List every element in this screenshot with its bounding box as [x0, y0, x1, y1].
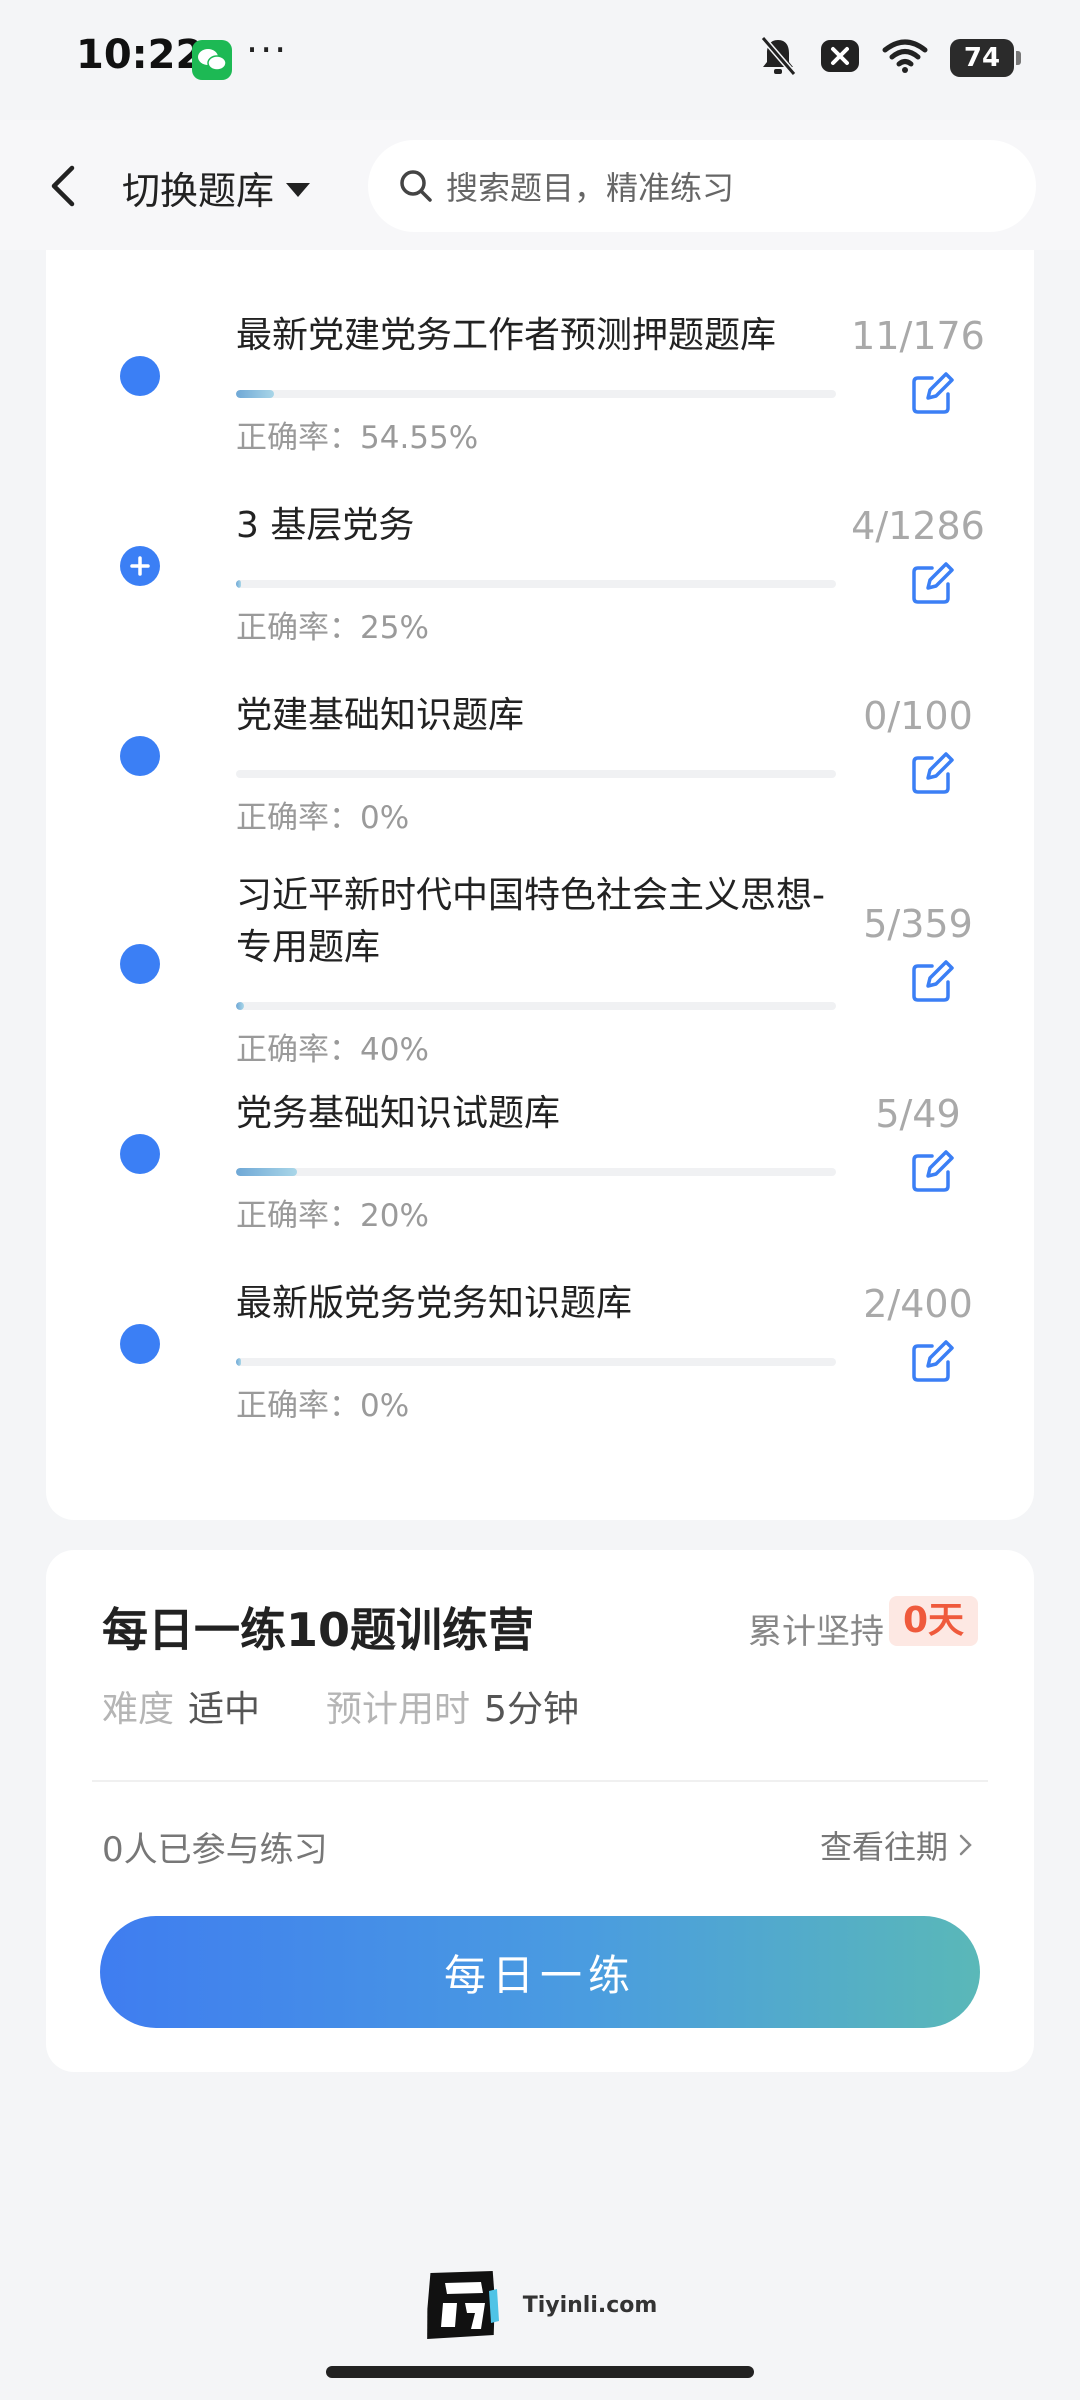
practice-meta: 难度 适中 预计用时 5分钟: [102, 1680, 579, 1732]
edit-icon[interactable]: [908, 958, 956, 1006]
accuracy-rate: 正确率：20%: [236, 1198, 429, 1234]
switch-bank-dropdown[interactable]: 切换题库: [122, 160, 311, 215]
bullet-dot-icon: [120, 944, 160, 984]
progress-count: 5/359: [863, 902, 973, 946]
progress-bar: [236, 1168, 836, 1176]
search-placeholder: 搜索题目，精准练习: [446, 169, 735, 207]
accuracy-rate: 正确率：40%: [236, 1032, 429, 1068]
difficulty-label: 难度: [102, 1689, 175, 1730]
caret-down-icon: [286, 182, 311, 197]
footer-brand: Tiyinli.com: [0, 2260, 1080, 2350]
top-nav: 切换题库 搜索题目，精准练习: [0, 120, 1080, 250]
bank-item[interactable]: 3 基层党务正确率：25% 4/1286: [46, 490, 1034, 660]
divider: [92, 1780, 988, 1782]
accuracy-rate: 正确率：0%: [236, 1388, 410, 1424]
accuracy-rate: 正确率：54.55%: [236, 420, 479, 456]
status-time: 10:22: [76, 32, 204, 78]
bank-item[interactable]: 党建基础知识题库正确率：0% 0/100: [46, 680, 1034, 850]
progress-count: 5/49: [875, 1092, 961, 1136]
progress-bar: [236, 1002, 836, 1010]
chevron-left-icon: [51, 165, 75, 207]
bank-item[interactable]: 最新版党务党务知识题库正确率：0% 2/400: [46, 1268, 1034, 1438]
plus-circle-icon[interactable]: [120, 546, 160, 586]
search-icon: [400, 170, 432, 202]
time-label: 预计用时: [326, 1689, 471, 1730]
close-box-icon: [820, 38, 860, 78]
progress-bar: [236, 1358, 836, 1366]
bullet-dot-icon: [120, 1324, 160, 1364]
progress-fill: [236, 580, 241, 588]
bank-title: 3 基层党务: [236, 505, 415, 546]
bullet-dot-icon: [120, 1134, 160, 1174]
switch-bank-label: 切换题库: [122, 169, 275, 213]
back-button[interactable]: [40, 156, 90, 216]
edit-icon[interactable]: [908, 750, 956, 798]
bank-title: 党务基础知识试题库: [236, 1093, 561, 1134]
progress-fill: [236, 390, 274, 398]
streak-badge: 0天: [888, 1596, 978, 1646]
app-screen: 10:22 ··· 74 最新党建党务工作者预测押题题库 正确率：54.55% …: [0, 0, 1080, 2400]
bank-item[interactable]: 习近平新时代中国特色社会主义思想-专用题库正确率：40% 5/359: [46, 860, 1034, 1068]
time-value: 5分钟: [484, 1689, 579, 1730]
bullet-dot-icon: [120, 356, 160, 396]
accuracy-rate: 正确率：25%: [236, 610, 429, 646]
streak-label: 累计坚持: [748, 1612, 884, 1652]
accuracy-rate: 正确率：0%: [236, 800, 410, 836]
bank-title: 习近平新时代中国特色社会主义思想-专用题库: [236, 875, 825, 968]
brand-domain: Tiyinli.com: [522, 2292, 658, 2318]
bank-title: 最新党建党务工作者预测押题题库: [236, 315, 777, 356]
progress-count: 2/400: [863, 1282, 973, 1326]
bullet-dot-icon: [120, 736, 160, 776]
more-notifications-icon: ···: [246, 28, 289, 72]
edit-icon[interactable]: [908, 1338, 956, 1386]
bank-item[interactable]: 最新党建党务工作者预测押题题库正确率：54.55% 11/176: [46, 300, 1034, 470]
progress-count: 0/100: [863, 694, 973, 738]
progress-fill: [236, 1168, 298, 1176]
daily-practice-card: 每日一练10题训练营 累计坚持 0天 难度 适中 预计用时 5分钟 0人已参与练习 查…: [46, 1550, 1034, 2072]
edit-icon[interactable]: [908, 370, 956, 418]
status-icons: 74: [758, 34, 1021, 82]
chevron-right-icon: [959, 1834, 972, 1856]
progress-count: 11/176: [851, 314, 985, 358]
bank-title: 党建基础知识题库: [236, 695, 525, 736]
progress-count: 4/1286: [851, 504, 985, 548]
daily-practice-button[interactable]: 每日一练: [100, 1916, 980, 2028]
battery-indicator: 74: [950, 39, 1021, 77]
brand-logo-icon: [423, 2269, 505, 2341]
daily-title: 每日一练10题训练营: [102, 1603, 535, 1657]
history-link[interactable]: 查看往期: [820, 1822, 974, 1868]
progress-bar: [236, 580, 836, 588]
home-indicator[interactable]: [326, 2366, 754, 2378]
progress-bar: [236, 390, 836, 398]
bank-title: 最新版党务党务知识题库: [236, 1283, 633, 1324]
search-input[interactable]: 搜索题目，精准练习: [368, 140, 1036, 232]
participants-count: 0人已参与练习: [102, 1830, 328, 1870]
question-bank-list: 最新党建党务工作者预测押题题库 正确率：54.55% 11/176 3 基层党务 正确率…: [46, 200, 1034, 1520]
history-link-label: 查看往期: [819, 1828, 948, 1866]
wifi-icon: [882, 38, 928, 78]
progress-bar: [236, 770, 836, 778]
edit-icon[interactable]: [908, 1148, 956, 1196]
status-bar: 10:22 ··· 74: [0, 0, 1080, 120]
mute-bell-icon: [758, 34, 798, 82]
progress-fill: [236, 1002, 245, 1010]
wechat-icon: [192, 40, 232, 80]
edit-icon[interactable]: [908, 560, 956, 608]
difficulty-value: 适中: [188, 1689, 261, 1730]
progress-fill: [236, 1358, 241, 1366]
bank-item[interactable]: 党务基础知识试题库正确率：20% 5/49: [46, 1078, 1034, 1248]
